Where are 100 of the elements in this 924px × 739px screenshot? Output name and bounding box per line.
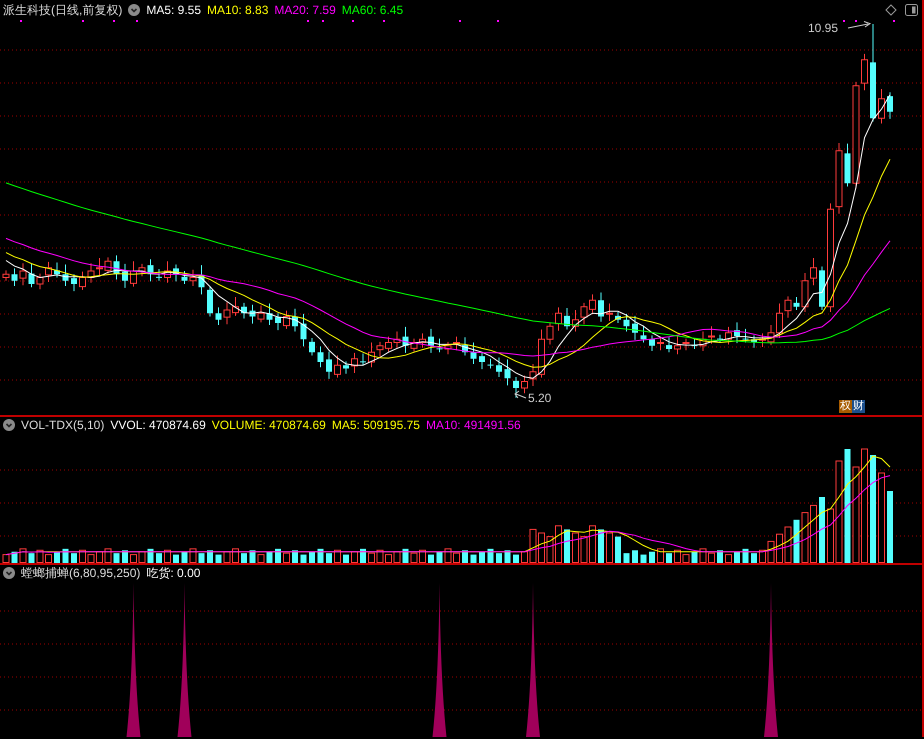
volume-bar	[640, 554, 646, 563]
volume-bar	[385, 554, 392, 563]
volume-bar	[794, 520, 800, 563]
candlestick	[130, 260, 137, 288]
candlestick	[419, 332, 426, 348]
volume-bar	[444, 548, 452, 563]
news-badge[interactable]: 财	[852, 400, 865, 413]
candlestick	[640, 325, 646, 343]
volume-bar	[266, 552, 272, 563]
candlestick	[368, 342, 375, 368]
candlestick	[190, 269, 196, 286]
candlestick	[479, 352, 485, 370]
volume-bar	[2, 554, 10, 563]
high-price-label: 10.95	[808, 21, 838, 35]
indicator-title: 螳螂捕蝉(6,80,95,250)	[21, 564, 140, 582]
volume-bar	[725, 554, 732, 563]
candlestick	[36, 273, 44, 290]
candlestick	[598, 292, 604, 322]
volume-bar	[148, 548, 154, 563]
volume-bar	[62, 548, 68, 563]
candlestick	[62, 264, 68, 286]
candlestick	[428, 328, 434, 354]
volume-bar	[470, 554, 476, 563]
high-price-arrow	[848, 21, 872, 28]
volume-bar	[88, 554, 94, 563]
candlestick	[376, 341, 384, 358]
volume-bar	[598, 529, 604, 563]
volume-bar	[419, 550, 426, 563]
candlestick	[453, 336, 460, 351]
candlestick	[496, 356, 502, 378]
candlestick	[742, 328, 748, 343]
volume-bar	[241, 553, 247, 563]
candlestick	[28, 263, 34, 288]
volume-bar	[717, 550, 723, 563]
candlestick	[649, 334, 655, 352]
candlestick	[657, 336, 664, 351]
volume-bar	[453, 552, 460, 563]
candlestick	[768, 324, 774, 346]
volume-bar	[700, 548, 706, 563]
volume-bar	[708, 552, 715, 563]
candlestick	[436, 338, 442, 353]
candlestick	[488, 358, 494, 369]
volume-bar	[589, 525, 596, 563]
candlestick	[326, 351, 332, 380]
dropdown-icon[interactable]	[3, 567, 15, 579]
volume-bar	[682, 554, 690, 563]
dropdown-icon[interactable]	[128, 4, 140, 16]
candlestick	[20, 262, 26, 286]
candlestick	[156, 268, 162, 282]
candlestick	[351, 352, 358, 374]
candlestick	[725, 326, 732, 345]
volume-bar	[71, 553, 77, 563]
panel-toggle-icon[interactable]	[905, 4, 918, 16]
candlestick	[802, 272, 808, 312]
candlestick	[682, 338, 690, 351]
candlestick	[819, 266, 825, 310]
volume-bar	[751, 553, 757, 563]
volume-bar	[258, 554, 264, 563]
candlestick	[538, 329, 545, 378]
volume-bar	[530, 528, 536, 563]
candlestick	[632, 315, 638, 340]
candlestick	[198, 264, 204, 295]
diamond-icon[interactable]	[885, 4, 897, 16]
volume-value: MA10: 491491.56	[426, 418, 521, 432]
volume-bar	[96, 551, 103, 563]
candlestick	[887, 92, 893, 120]
candlestick	[564, 308, 570, 330]
volume-bar	[275, 548, 281, 563]
candlestick	[96, 258, 103, 276]
candlestick	[385, 336, 392, 352]
candlestick	[207, 285, 213, 317]
volume-bar	[164, 550, 171, 563]
candlestick	[12, 268, 18, 286]
news-badge[interactable]: 权	[839, 400, 852, 413]
volume-bar	[564, 529, 570, 563]
candlestick	[104, 256, 112, 274]
volume-bar	[674, 550, 681, 563]
candlestick	[71, 274, 77, 292]
candlestick	[759, 332, 766, 348]
candlestick	[844, 143, 850, 187]
volume-bar	[334, 550, 341, 563]
volume-bar	[376, 550, 384, 563]
dropdown-icon[interactable]	[3, 419, 15, 431]
volume-bar	[28, 553, 34, 563]
volume-bar	[79, 550, 86, 563]
volume-value: VOLUME: 470874.69	[212, 418, 326, 432]
volume-bar	[402, 548, 408, 563]
volume-bar	[207, 550, 213, 563]
candlestick	[232, 296, 239, 316]
candlestick	[309, 337, 315, 356]
volume-bar	[300, 554, 306, 563]
candlestick	[666, 336, 672, 353]
candlestick	[88, 262, 94, 284]
volume-bar	[309, 552, 315, 563]
candlestick	[521, 375, 528, 394]
volume-bar	[114, 553, 120, 563]
volume-bar	[624, 553, 630, 563]
volume-bar	[580, 536, 588, 563]
volume-bar	[802, 512, 808, 563]
candlestick	[54, 262, 60, 278]
